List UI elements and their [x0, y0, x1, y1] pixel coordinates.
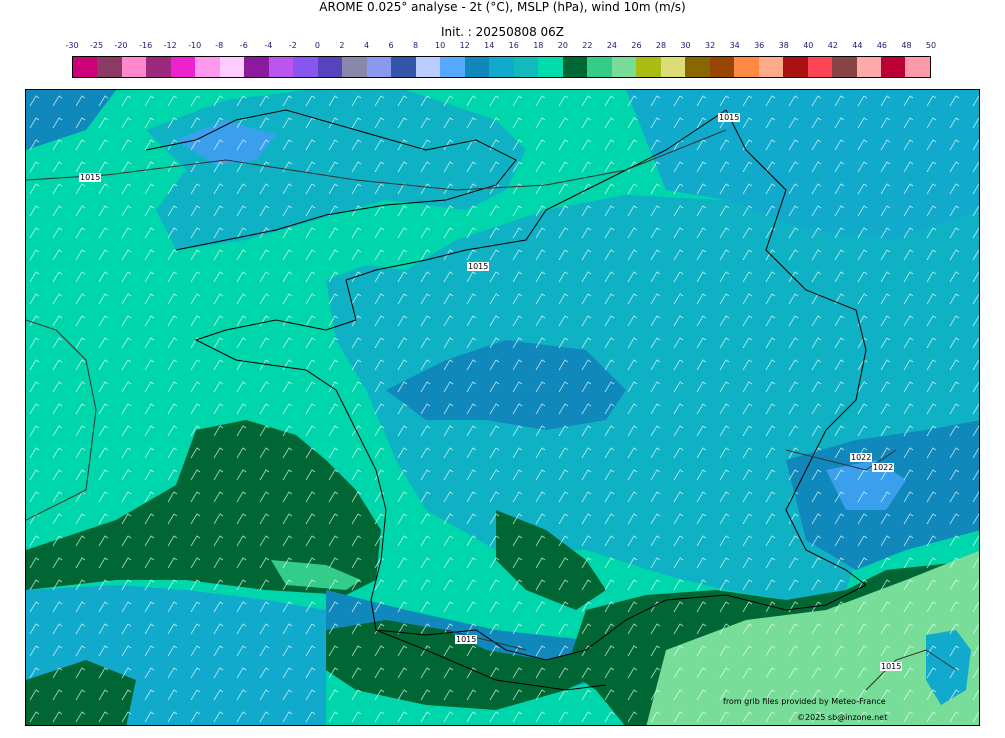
color-swatch [758, 57, 784, 77]
scale-tick-label: 30 [680, 41, 691, 50]
scale-tick-label: 4 [363, 41, 370, 50]
scale-tick-label: 40 [803, 41, 814, 50]
scale-tick-label: 0 [314, 41, 320, 50]
color-swatch [195, 57, 220, 77]
copyright-credit: ©2025 sb@inzone.net [797, 713, 888, 722]
color-scale-bar [72, 56, 931, 78]
scale-tick-label: 44 [852, 41, 863, 50]
color-swatch [293, 57, 318, 77]
color-swatch [244, 57, 269, 77]
data-source-credit: from grib files provided by Meteo-France [723, 697, 886, 706]
isobar-label: 1015 [79, 173, 102, 182]
scale-tick-label: 42 [827, 41, 838, 50]
color-swatch [807, 57, 833, 77]
scale-tick-label: -12 [163, 41, 177, 50]
color-swatch [219, 57, 245, 77]
color-swatch [538, 57, 563, 77]
map-title: AROME 0.025° analyse - 2t (°C), MSLP (hP… [319, 0, 686, 14]
color-swatch [636, 57, 661, 77]
color-swatch [391, 57, 416, 77]
scale-tick-label: 16 [508, 41, 519, 50]
map-canvas [26, 90, 979, 725]
isobar-label: 1015 [718, 113, 741, 122]
scale-tick-label: -4 [264, 41, 273, 50]
color-swatch [489, 57, 514, 77]
scale-tick-label: 28 [655, 41, 667, 50]
scale-tick-label: -25 [89, 41, 104, 50]
scale-tick-label: 24 [606, 41, 618, 50]
color-swatch [464, 57, 490, 77]
color-swatch [562, 57, 588, 77]
color-swatch [660, 57, 686, 77]
scale-tick-label: 26 [631, 41, 642, 50]
weather-map: 1015 1015 1015 1015 1022 1022 1015 [25, 89, 980, 726]
color-swatch [513, 57, 539, 77]
scale-tick-label: 20 [557, 41, 568, 50]
color-swatch [709, 57, 735, 77]
isobar-label: 1022 [850, 453, 873, 462]
isobar-label: 1022 [872, 463, 895, 472]
color-scale-labels: -30 -25 -20 -16 -12 -10 -8 -6 -4 -2 0 2 4 6 8 10 12 14 16 1… [65, 41, 936, 53]
color-swatch [905, 57, 930, 77]
color-swatch [685, 57, 710, 77]
color-swatch [415, 57, 441, 77]
color-swatch [146, 57, 171, 77]
scale-tick-label: 18 [533, 41, 544, 50]
isobar-label: 1015 [880, 662, 903, 671]
color-swatch [317, 57, 343, 77]
color-swatch [170, 57, 196, 77]
color-swatch [342, 57, 367, 77]
color-swatch [734, 57, 759, 77]
scale-tick-label: -10 [188, 41, 202, 50]
scale-tick-label: 32 [705, 41, 716, 50]
scale-tick-label: 50 [925, 41, 937, 50]
color-swatch [880, 57, 906, 77]
scale-tick-label: 22 [582, 41, 593, 50]
scale-tick-label: 38 [778, 41, 789, 50]
scale-tick-label: 34 [729, 41, 740, 50]
scale-tick-label: 10 [435, 41, 446, 50]
color-swatch [440, 57, 465, 77]
color-swatch [587, 57, 612, 77]
scale-tick-label: 6 [388, 41, 394, 50]
color-swatch [97, 57, 122, 77]
scale-tick-label: -20 [114, 41, 128, 50]
scale-tick-label: -8 [215, 41, 224, 50]
color-swatch [366, 57, 392, 77]
scale-tick-label: 46 [876, 41, 887, 50]
color-swatch [783, 57, 808, 77]
scale-tick-label: -30 [65, 41, 79, 50]
scale-tick-label: -6 [239, 41, 248, 50]
isobar-label: 1015 [455, 635, 478, 644]
color-swatch [856, 57, 881, 77]
wind-barbs [26, 90, 979, 725]
scale-tick-label: -2 [288, 41, 297, 50]
scale-tick-label: -16 [139, 41, 153, 50]
scale-tick-label: 14 [484, 41, 495, 50]
color-swatch [832, 57, 857, 77]
scale-tick-label: 48 [901, 41, 912, 50]
scale-tick-label: 36 [754, 41, 765, 50]
scale-tick-label: 2 [339, 41, 345, 50]
color-swatch [611, 57, 637, 77]
color-swatch [268, 57, 294, 77]
scale-tick-label: 12 [459, 41, 470, 50]
scale-tick-label: 8 [413, 41, 419, 50]
init-time: Init. : 20250808 06Z [440, 25, 565, 39]
color-swatch [121, 57, 147, 77]
color-swatch [73, 57, 98, 77]
isobar-label: 1015 [467, 262, 490, 271]
